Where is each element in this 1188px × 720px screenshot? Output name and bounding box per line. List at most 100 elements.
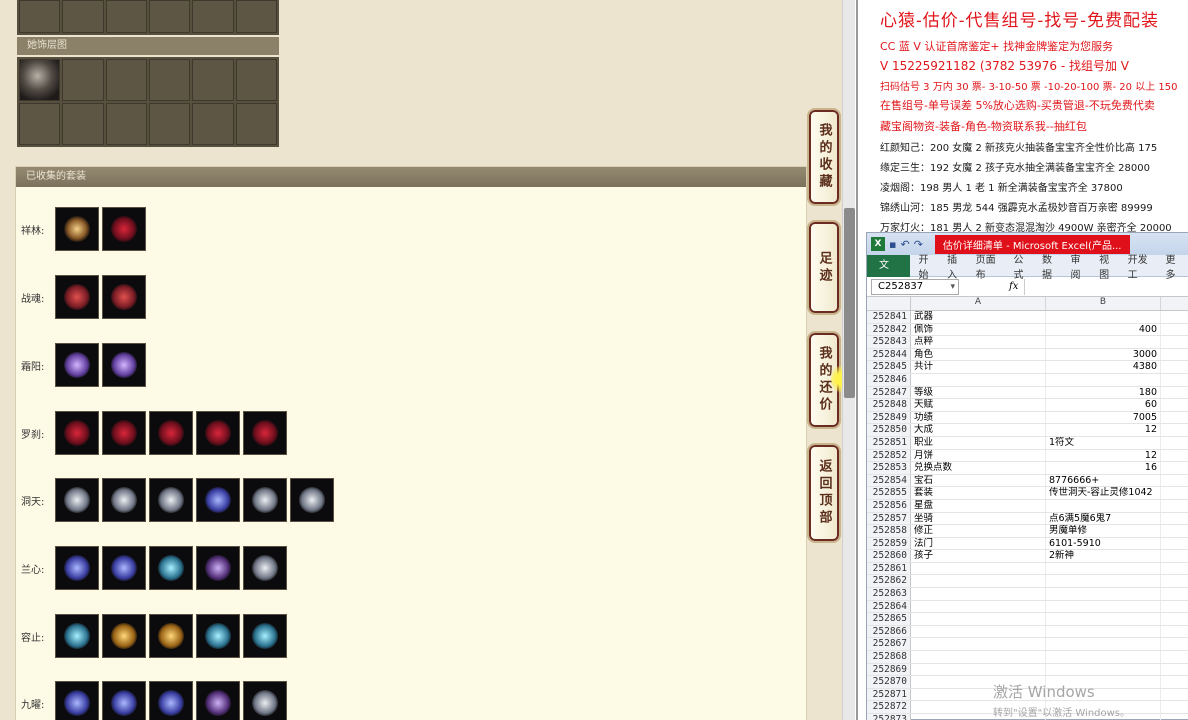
equipment-icon[interactable] bbox=[102, 546, 146, 590]
row-number[interactable]: 252850 bbox=[867, 424, 911, 436]
equipment-icon[interactable] bbox=[102, 411, 146, 455]
name-box[interactable]: C252837 bbox=[871, 278, 959, 295]
cell-a[interactable]: 大成 bbox=[911, 424, 1046, 436]
tab-developer[interactable]: 开发工 bbox=[1123, 251, 1161, 281]
row-number[interactable]: 252872 bbox=[867, 701, 911, 713]
cell-a[interactable] bbox=[911, 613, 1046, 625]
tab-data[interactable]: 数据 bbox=[1037, 251, 1066, 281]
row-number[interactable]: 252847 bbox=[867, 386, 911, 399]
cell-c[interactable] bbox=[1161, 638, 1188, 650]
cell-c[interactable] bbox=[1161, 513, 1188, 525]
tab-formulas[interactable]: 公式 bbox=[1008, 251, 1037, 281]
cell-a[interactable]: 天赋 bbox=[911, 399, 1046, 411]
row-number[interactable]: 252857 bbox=[867, 512, 911, 525]
page-scrollbar[interactable] bbox=[842, 0, 855, 720]
equipment-icon[interactable] bbox=[196, 546, 240, 590]
cell-a[interactable]: 宝石 bbox=[911, 474, 1046, 487]
row-number[interactable]: 252873 bbox=[867, 714, 911, 720]
row-number[interactable]: 252855 bbox=[867, 487, 911, 499]
footprint-button[interactable]: 足迹 bbox=[807, 220, 841, 315]
cell-c[interactable] bbox=[1161, 336, 1188, 348]
cell-a[interactable] bbox=[911, 562, 1046, 575]
cell-a[interactable]: 共计 bbox=[911, 361, 1046, 373]
cell-c[interactable] bbox=[1161, 450, 1188, 462]
cell-c[interactable] bbox=[1161, 550, 1188, 562]
cell-b[interactable]: 180 bbox=[1046, 386, 1161, 399]
row-number[interactable]: 252852 bbox=[867, 449, 911, 462]
cell-b[interactable]: 1符文 bbox=[1046, 436, 1161, 449]
row-number[interactable]: 252871 bbox=[867, 688, 911, 701]
cell-a[interactable] bbox=[911, 575, 1046, 588]
equipment-icon[interactable] bbox=[243, 546, 287, 590]
cell-c[interactable] bbox=[1161, 701, 1188, 713]
cell-a[interactable] bbox=[911, 651, 1046, 663]
cell-a[interactable]: 点粹 bbox=[911, 336, 1046, 348]
cell-c[interactable] bbox=[1161, 563, 1188, 575]
equipment-icon[interactable] bbox=[102, 275, 146, 319]
cell-b[interactable] bbox=[1046, 373, 1161, 386]
equipment-icon[interactable] bbox=[102, 614, 146, 658]
cell-c[interactable] bbox=[1161, 714, 1188, 720]
inventory-slot[interactable] bbox=[235, 0, 277, 33]
cell-b[interactable] bbox=[1046, 651, 1161, 663]
equipment-icon[interactable] bbox=[55, 207, 99, 251]
equipment-icon[interactable] bbox=[55, 343, 99, 387]
row-number[interactable]: 252849 bbox=[867, 411, 911, 424]
cell-c[interactable] bbox=[1161, 601, 1188, 613]
tab-page-layout[interactable]: 页面布 bbox=[971, 251, 1009, 281]
cell-c[interactable] bbox=[1161, 311, 1188, 323]
cell-b[interactable] bbox=[1046, 336, 1161, 348]
row-number[interactable]: 252867 bbox=[867, 638, 911, 651]
cell-b[interactable] bbox=[1046, 625, 1161, 638]
cell-a[interactable]: 坐骑 bbox=[911, 512, 1046, 525]
cell-b[interactable] bbox=[1046, 562, 1161, 575]
cell-a[interactable]: 武器 bbox=[911, 311, 1046, 323]
cell-c[interactable] bbox=[1161, 424, 1188, 436]
bank-slot[interactable] bbox=[192, 59, 234, 101]
equipment-icon[interactable] bbox=[55, 275, 99, 319]
tab-view[interactable]: 视图 bbox=[1094, 251, 1123, 281]
tab-home[interactable]: 开始 bbox=[914, 251, 943, 281]
function-icon[interactable]: fx bbox=[1009, 281, 1018, 292]
equipment-icon[interactable] bbox=[102, 681, 146, 720]
column-header-a[interactable]: A bbox=[911, 297, 1046, 310]
cell-c[interactable] bbox=[1161, 399, 1188, 411]
cell-a[interactable] bbox=[911, 625, 1046, 638]
bank-slot[interactable] bbox=[235, 59, 277, 101]
row-number[interactable]: 252841 bbox=[867, 311, 911, 323]
cell-c[interactable] bbox=[1161, 538, 1188, 550]
cell-b[interactable] bbox=[1046, 311, 1161, 323]
cell-a[interactable] bbox=[911, 663, 1046, 676]
cell-b[interactable] bbox=[1046, 663, 1161, 676]
cell-c[interactable] bbox=[1161, 412, 1188, 424]
inventory-slot[interactable] bbox=[105, 0, 147, 33]
equipment-icon[interactable] bbox=[55, 478, 99, 522]
tab-review[interactable]: 审阅 bbox=[1066, 251, 1095, 281]
row-number[interactable]: 252845 bbox=[867, 361, 911, 373]
cell-a[interactable] bbox=[911, 373, 1046, 386]
column-header-c[interactable] bbox=[1161, 297, 1188, 310]
cell-b[interactable]: 点6满5魔6鬼7 bbox=[1046, 512, 1161, 525]
bank-slot[interactable] bbox=[148, 103, 191, 145]
inventory-slot[interactable] bbox=[19, 0, 61, 33]
cell-c[interactable] bbox=[1161, 525, 1188, 537]
equipment-icon[interactable] bbox=[243, 411, 287, 455]
row-number[interactable]: 252863 bbox=[867, 588, 911, 600]
row-number[interactable]: 252865 bbox=[867, 613, 911, 625]
bank-slot[interactable] bbox=[19, 103, 61, 145]
cell-c[interactable] bbox=[1161, 462, 1188, 474]
save-icon[interactable]: ▪ bbox=[889, 238, 896, 251]
cell-a[interactable]: 等级 bbox=[911, 386, 1046, 399]
inventory-slot[interactable] bbox=[148, 0, 191, 33]
cell-c[interactable] bbox=[1161, 437, 1188, 449]
scrollbar-thumb[interactable] bbox=[844, 208, 855, 398]
bank-slot[interactable] bbox=[105, 103, 147, 145]
cell-c[interactable] bbox=[1161, 588, 1188, 600]
back-to-top-button[interactable]: 返回顶部 bbox=[807, 443, 841, 543]
cell-b[interactable]: 12 bbox=[1046, 449, 1161, 462]
equipment-icon[interactable] bbox=[196, 478, 240, 522]
undo-icon[interactable]: ↶ bbox=[900, 238, 909, 251]
tab-file[interactable]: 文件 bbox=[867, 254, 910, 293]
cell-a[interactable]: 月饼 bbox=[911, 449, 1046, 462]
row-number[interactable]: 252859 bbox=[867, 537, 911, 550]
